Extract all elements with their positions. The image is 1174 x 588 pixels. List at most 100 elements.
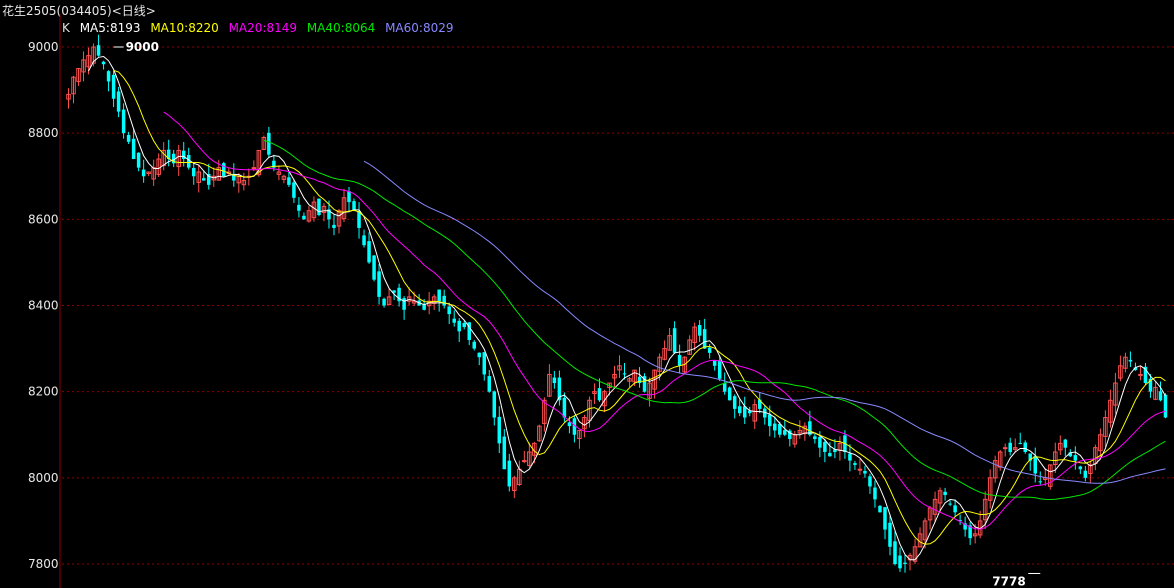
y-tick-label: 8200 — [28, 385, 59, 399]
ma60-line — [363, 160, 1166, 484]
candle-body — [111, 74, 116, 99]
y-tick-label: 8000 — [28, 471, 59, 485]
candle-body — [732, 396, 737, 409]
candle-body — [697, 325, 702, 336]
candle-body — [712, 360, 717, 366]
ma5-line — [88, 55, 1166, 561]
candle-body — [567, 422, 572, 427]
candle-body — [813, 436, 817, 440]
candle-body — [783, 430, 787, 435]
candle-body — [492, 391, 497, 418]
candle-body — [727, 387, 732, 401]
candle-body — [297, 204, 301, 211]
candle-body — [222, 163, 226, 177]
ma20-line — [163, 111, 1166, 530]
candlestick-chart[interactable]: 7800 8000 8200 8400 8600 8800 9000 9000 7778 — [0, 0, 1174, 588]
candle-body — [362, 235, 366, 246]
candle-body — [382, 298, 386, 306]
y-tick-label: 8400 — [28, 299, 59, 313]
candle-body — [1163, 394, 1168, 418]
candle-body — [672, 328, 677, 353]
candle-body — [131, 138, 136, 160]
candle-body — [737, 406, 742, 414]
candle-body — [201, 178, 206, 181]
candle-body — [352, 201, 356, 211]
candle-body — [452, 318, 456, 323]
candle-body — [1083, 470, 1088, 478]
candle-body — [868, 476, 872, 487]
candle-body — [522, 460, 527, 463]
candle-body — [1018, 443, 1022, 445]
candle-body — [823, 442, 827, 452]
candle-body — [472, 341, 476, 349]
candle-body — [377, 271, 381, 297]
candle-body — [141, 169, 146, 177]
candle-body — [1008, 442, 1012, 452]
candle-body — [898, 555, 902, 569]
candle-body — [848, 453, 852, 461]
candle-body — [136, 152, 141, 168]
candle-body — [302, 215, 306, 220]
candle-body — [1063, 439, 1068, 448]
candle-body — [873, 487, 877, 500]
candle-body — [818, 437, 822, 448]
candle-body — [487, 376, 492, 392]
candle-body — [402, 298, 406, 310]
candle-body — [778, 423, 782, 435]
candle-body — [332, 224, 336, 228]
candle-body — [722, 383, 727, 392]
candle-body — [948, 503, 952, 505]
y-tick-label: 7800 — [28, 557, 59, 571]
candle-body — [1078, 466, 1083, 470]
candle-body — [863, 470, 867, 474]
candle-body — [953, 505, 957, 513]
candle-body — [367, 241, 371, 263]
candle-body — [562, 397, 567, 418]
candle-body — [507, 460, 512, 487]
candle-body — [857, 468, 863, 471]
y-tick-label: 9000 — [28, 40, 59, 54]
candle-body — [347, 191, 351, 203]
candle-body — [447, 306, 451, 315]
y-tick-label: 8600 — [28, 212, 59, 226]
candle-body — [883, 507, 887, 530]
candle-body — [888, 522, 892, 547]
high-marker-label: 9000 — [126, 40, 159, 54]
candle-body — [1002, 447, 1008, 450]
candle-body — [552, 377, 557, 384]
candle-body — [482, 352, 487, 375]
candle-body — [317, 198, 321, 216]
candle-body — [502, 436, 507, 470]
candle-body — [1138, 373, 1143, 376]
candle-body — [597, 388, 602, 401]
candle-body — [893, 541, 897, 564]
candle-body — [106, 71, 111, 82]
candle-body — [457, 320, 461, 332]
candle-body — [1073, 455, 1078, 461]
candle-body — [943, 491, 947, 496]
candle-body — [96, 45, 101, 56]
candle-body — [1023, 442, 1027, 452]
candle-body — [677, 355, 682, 366]
candle-body — [287, 177, 291, 185]
candle-body — [497, 416, 502, 444]
candle-body — [903, 562, 907, 564]
candle-body — [126, 134, 131, 142]
candle-body — [101, 61, 106, 65]
candle-body — [1158, 391, 1163, 401]
y-tick-label: 8800 — [28, 126, 59, 140]
candle-body — [717, 360, 722, 379]
candle-body — [442, 295, 446, 306]
candle-body — [622, 373, 627, 375]
candle-body — [267, 132, 271, 155]
candle-body — [1038, 481, 1043, 483]
candle-body — [116, 91, 121, 112]
candle-body — [878, 505, 882, 513]
candle-body — [462, 322, 466, 328]
candle-body — [437, 289, 441, 302]
candle-body — [477, 352, 482, 358]
ma40-line — [263, 139, 1166, 501]
candle-body — [372, 255, 376, 280]
candle-body — [191, 167, 196, 177]
candle-body — [768, 414, 772, 427]
